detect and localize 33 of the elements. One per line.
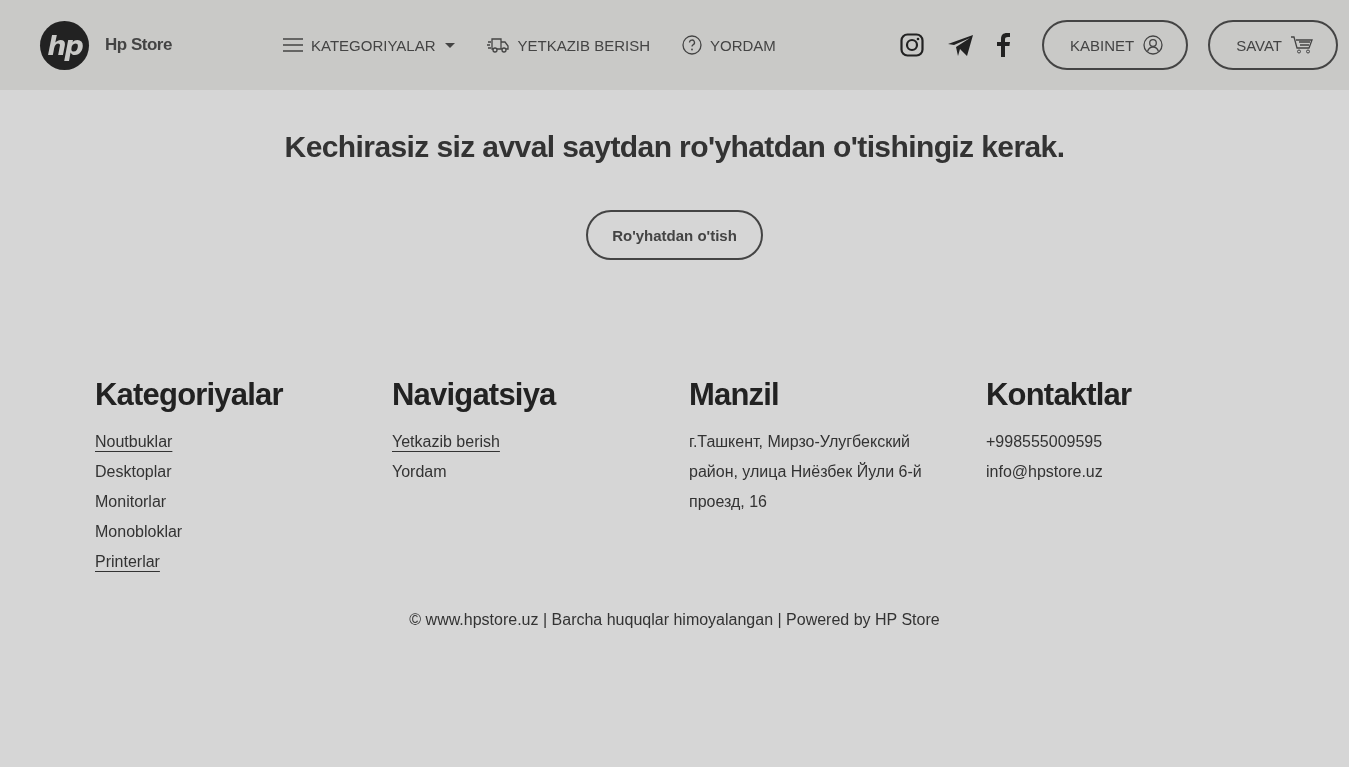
caret-icon [445,42,456,48]
nav-link[interactable]: YORDAM [682,35,776,55]
footer-link[interactable]: Printerlar [95,547,160,577]
footer-link[interactable]: info@hpstore.uz [986,457,1283,487]
instagram-icon[interactable] [899,33,924,57]
menu-icon [283,38,303,52]
footer-link[interactable]: Yetkazib berish [392,427,500,457]
footer-link[interactable]: Noutbuklar [95,427,173,457]
footer-link[interactable]: Desktoplar [95,457,392,487]
nav-link[interactable]: KATEGORIYALAR [283,36,456,54]
address-text: г.Ташкент, Мирзо-Улугбекский район, улица Ниёзбек Йули 6-й проезд, 16 [689,432,923,512]
copyright-text: © www.hpstore.uz | Barcha huquqlar himoyalangan | Powered by HP Store [408,611,941,629]
register-button[interactable]: Ro'yhatdan o'tish [586,210,763,260]
truck-icon [487,37,510,53]
footer-link[interactable]: Yordam [392,457,689,487]
help-icon [682,35,703,55]
footer-heading: Kontaktlar [986,377,1133,413]
nav-link[interactable]: YETKAZIB BERISH [487,36,651,54]
footer-link[interactable]: +998555009595 [986,427,1283,457]
footer-heading: Kategoriyalar [95,377,284,413]
brand-name[interactable]: Hp Store [105,35,172,55]
footer-link[interactable]: Monobloklar [95,517,392,547]
paper-plane-icon[interactable] [947,34,973,56]
footer-heading: Manzil [689,377,780,413]
facebook-icon[interactable] [996,33,1010,57]
footer-heading: Navigatsiya [392,377,558,413]
account-button[interactable]: KABINET [1041,20,1189,70]
cart-button[interactable]: SAVAT [1208,20,1338,70]
user-icon [1143,35,1164,55]
hp-logo[interactable]: hp [40,20,89,70]
footer-link[interactable]: Monitorlar [95,487,392,517]
cart-icon [1291,36,1313,54]
notice-message: Kechirasiz siz avval saytdan ro'yhatdan o'tishingiz kerak. [284,130,1065,164]
